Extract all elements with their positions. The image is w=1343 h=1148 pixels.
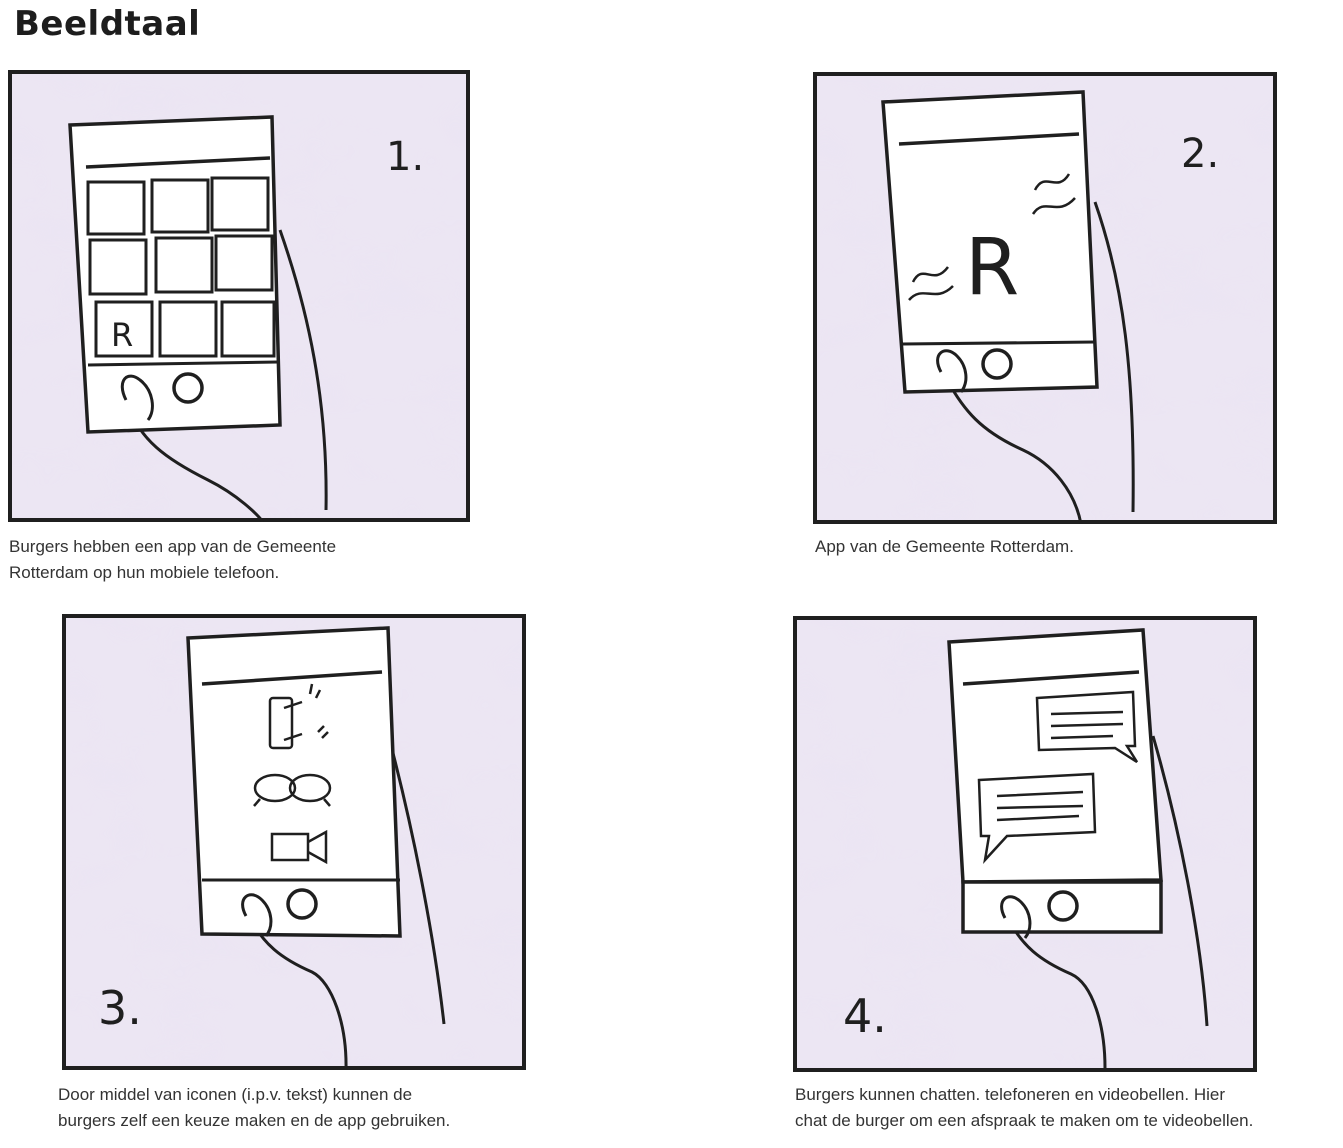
- panel-number: 2.: [1181, 131, 1219, 177]
- storyboard-panel-4: 4.: [793, 616, 1257, 1072]
- panel-number: 1.: [386, 134, 424, 180]
- panel-number: 3.: [98, 981, 142, 1035]
- storyboard-panel-2: R 2.: [813, 72, 1277, 524]
- panel-4-caption: Burgers kunnen chatten. telefoneren en v…: [795, 1082, 1253, 1134]
- caption-line: chat de burger om een afspraak te maken …: [795, 1111, 1254, 1130]
- caption-line: App van de Gemeente Rotterdam.: [815, 537, 1074, 556]
- caption-line: Burgers hebben een app van de Gemeente: [9, 537, 337, 556]
- panel-2-caption: App van de Gemeente Rotterdam.: [815, 534, 1074, 560]
- storyboard-panel-1: R 1.: [8, 70, 470, 522]
- caption-line: burgers zelf een keuze maken en de app g…: [58, 1111, 451, 1130]
- panel-number: 4.: [843, 989, 887, 1043]
- caption-line: Rotterdam op hun mobiele telefoon.: [9, 563, 280, 582]
- caption-line: Burgers kunnen chatten. telefoneren en v…: [795, 1085, 1226, 1104]
- panel-1-caption: Burgers hebben een app van de Gemeente R…: [9, 534, 336, 586]
- sketch-phone-splash: R 2.: [813, 72, 1277, 524]
- panel-3-caption: Door middel van iconen (i.p.v. tekst) ku…: [58, 1082, 450, 1134]
- caption-line: Door middel van iconen (i.p.v. tekst) ku…: [58, 1085, 413, 1104]
- sketch-phone-chat: 4.: [793, 616, 1257, 1072]
- storyboard-panel-3: 3.: [62, 614, 526, 1070]
- sketch-phone-icons: 3.: [62, 614, 526, 1070]
- sketch-phone-app-grid: R 1.: [8, 70, 470, 522]
- screen-letter: R: [111, 316, 133, 354]
- screen-letter: R: [965, 223, 1019, 313]
- page-title: Beeldtaal: [14, 4, 201, 44]
